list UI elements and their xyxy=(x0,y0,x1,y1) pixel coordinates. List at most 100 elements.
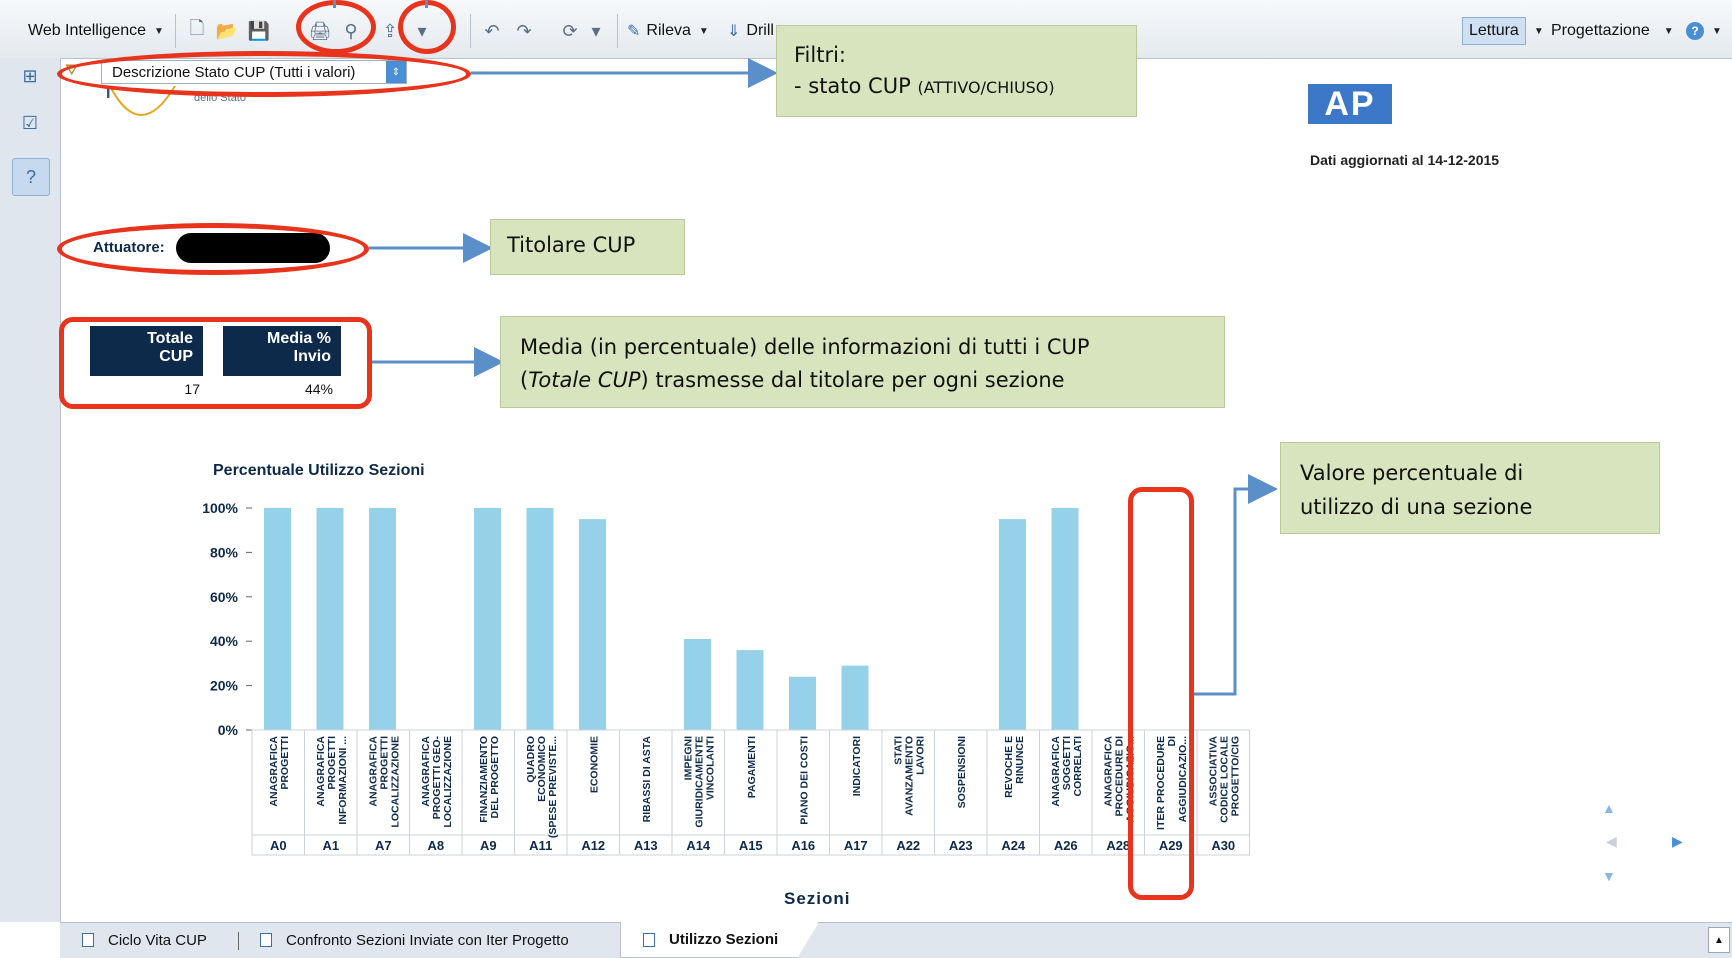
bar-A14 xyxy=(684,638,711,730)
y-tick-label: 100% xyxy=(202,500,238,516)
left-side-panel: ⊞ ☑ ? xyxy=(0,58,61,922)
category-code-label: A12 xyxy=(581,838,605,853)
category-description: PROGETTO/CIG xyxy=(1229,736,1241,816)
help-panel-icon[interactable]: ? xyxy=(12,158,50,196)
highlight-kpi xyxy=(59,317,372,409)
note-media: Media (in percentuale) delle informazion… xyxy=(500,316,1225,408)
save-icon[interactable]: 💾 xyxy=(245,17,273,45)
new-document-icon[interactable]: 🗋 xyxy=(183,17,211,45)
bar-A1 xyxy=(316,508,344,730)
report-page-icon xyxy=(643,933,655,947)
bar-A16 xyxy=(789,676,816,730)
highlight-a26-bar xyxy=(1128,487,1194,900)
note-filtri-title: Filtri: xyxy=(794,43,846,67)
bar-A17 xyxy=(841,665,869,730)
scroll-right-icon[interactable]: ▶ xyxy=(1672,833,1683,850)
y-tick-label: 20% xyxy=(210,678,239,694)
lettura-mode-button[interactable]: Lettura ▼ xyxy=(1462,17,1544,45)
redo-icon[interactable]: ↷ xyxy=(510,17,538,45)
category-description: VINCOLANTI xyxy=(704,736,716,800)
ap-logo: AP xyxy=(1308,84,1392,124)
bar-A15 xyxy=(736,650,764,730)
bar-A11 xyxy=(526,508,554,730)
x-axis-title: Sezioni xyxy=(784,889,851,908)
data-update-date: Dati aggiornati al 14-12-2015 xyxy=(1310,152,1500,168)
y-tick-label: 80% xyxy=(210,544,239,560)
category-code-label: A9 xyxy=(480,838,497,853)
category-code-label: A8 xyxy=(427,838,444,853)
highlight-print-find xyxy=(296,0,376,54)
category-code-label: A23 xyxy=(949,838,973,853)
report-tab-bar: Ciclo Vita CUP Confronto Sezioni Inviate… xyxy=(60,922,1732,958)
category-description: ECONOMIE xyxy=(588,736,600,793)
tab-label: Ciclo Vita CUP xyxy=(108,931,207,949)
category-description: DEL PROGETTO xyxy=(489,736,501,818)
scroll-up-icon[interactable]: ▲ xyxy=(1602,800,1616,816)
note-filtri-line: - stato CUP (ATTIVO/CHIUSO) xyxy=(794,71,1136,103)
refresh-icon[interactable]: ⟳ xyxy=(556,17,584,45)
category-code-label: A28 xyxy=(1106,838,1130,853)
note-filtri: Filtri: - stato CUP (ATTIVO/CHIUSO) xyxy=(776,25,1137,117)
category-description: LOCALIZZAZIONE xyxy=(442,736,454,828)
tab-confronto-sezioni[interactable]: Confronto Sezioni Inviate con Iter Proge… xyxy=(260,923,569,957)
category-description: (SPESE PREVISTE... xyxy=(547,736,559,838)
tab-utilizzo-sezioni[interactable]: Utilizzo Sezioni xyxy=(620,922,819,958)
category-code-label: A24 xyxy=(1001,838,1026,853)
scroll-left-icon[interactable]: ◀ xyxy=(1606,833,1617,850)
highlight-filter xyxy=(57,51,471,97)
report-page-icon xyxy=(82,933,94,947)
tab-ciclo-vita-cup[interactable]: Ciclo Vita CUP xyxy=(82,923,207,957)
note-media-line1: Media (in percentuale) delle informazion… xyxy=(520,335,1090,359)
help-button[interactable]: ? ▼ xyxy=(1686,19,1722,43)
input-controls-icon[interactable]: ☑ xyxy=(12,105,48,141)
refresh-menu-chevron-icon[interactable]: ▾ xyxy=(582,17,610,45)
annotation-arrow-stub xyxy=(333,0,336,8)
note-media-line2: (Totale CUP) trasmesse dal titolare per … xyxy=(520,364,1224,397)
y-tick-label: 40% xyxy=(210,633,239,649)
category-description: CORRELATI xyxy=(1072,736,1084,797)
rileva-icon: ✎ xyxy=(627,23,641,40)
undo-icon[interactable]: ↶ xyxy=(478,17,506,45)
category-description: LAVORI xyxy=(914,736,926,775)
annotation-arrow-stub xyxy=(425,0,428,8)
category-description: PAGAMENTI xyxy=(746,736,758,798)
bar-A12 xyxy=(579,519,606,730)
note-valore-line1: Valore percentuale di xyxy=(1300,461,1524,485)
chevron-down-icon: ▼ xyxy=(1712,25,1722,37)
toolbar-divider xyxy=(617,14,618,48)
progettazione-label: Progettazione xyxy=(1551,22,1650,39)
bar-A0 xyxy=(264,508,291,730)
help-icon: ? xyxy=(1686,22,1704,40)
bar-A24 xyxy=(999,519,1026,730)
bar-A7 xyxy=(369,508,396,730)
bar-A9 xyxy=(474,508,501,730)
chevron-down-icon: ▼ xyxy=(1533,25,1544,37)
highlight-export xyxy=(398,0,456,54)
rileva-label: Rileva xyxy=(646,22,691,39)
document-structure-icon[interactable]: ⊞ xyxy=(12,58,48,94)
progettazione-mode-button[interactable]: Progettazione ▼ xyxy=(1551,19,1674,43)
category-description: INDICATORI xyxy=(851,736,863,796)
drill-label: Drill xyxy=(746,22,774,39)
note-valore-line2: utilizzo di una sezione xyxy=(1300,495,1533,519)
category-code-label: A13 xyxy=(634,838,658,853)
open-folder-icon[interactable]: 📂 xyxy=(213,17,241,45)
chart-title: Percentuale Utilizzo Sezioni xyxy=(213,462,425,479)
category-code-label: A11 xyxy=(529,838,552,853)
category-description: PIANO DEI COSTI xyxy=(798,736,810,825)
chevron-down-icon: ▼ xyxy=(698,25,709,37)
drill-button[interactable]: ⇓ Drill xyxy=(727,19,774,43)
category-description: RIBASSI DI ASTA xyxy=(641,736,653,823)
highlight-attuatore xyxy=(57,223,369,275)
y-tick-label: 0% xyxy=(218,722,239,738)
bar-chart: 0%20%40%60%80%100%ANAGRAFICA PROGETTIA0AN… xyxy=(202,500,1250,856)
tab-label: Confronto Sezioni Inviate con Iter Proge… xyxy=(286,931,569,949)
rileva-button[interactable]: ✎ Rileva ▼ xyxy=(627,19,709,43)
scroll-down-icon[interactable]: ▼ xyxy=(1602,868,1616,884)
tab-scroll-up-icon[interactable]: ▲ xyxy=(1708,927,1730,953)
category-description: LOCALIZZAZIONE xyxy=(389,736,401,828)
web-intelligence-menu[interactable]: Web Intelligence ▼ xyxy=(28,19,164,43)
toolbar-divider xyxy=(175,14,176,48)
category-description: INFORMAZIONI ... xyxy=(337,736,349,825)
note-filtri-small: (ATTIVO/CHIUSO) xyxy=(917,78,1055,97)
